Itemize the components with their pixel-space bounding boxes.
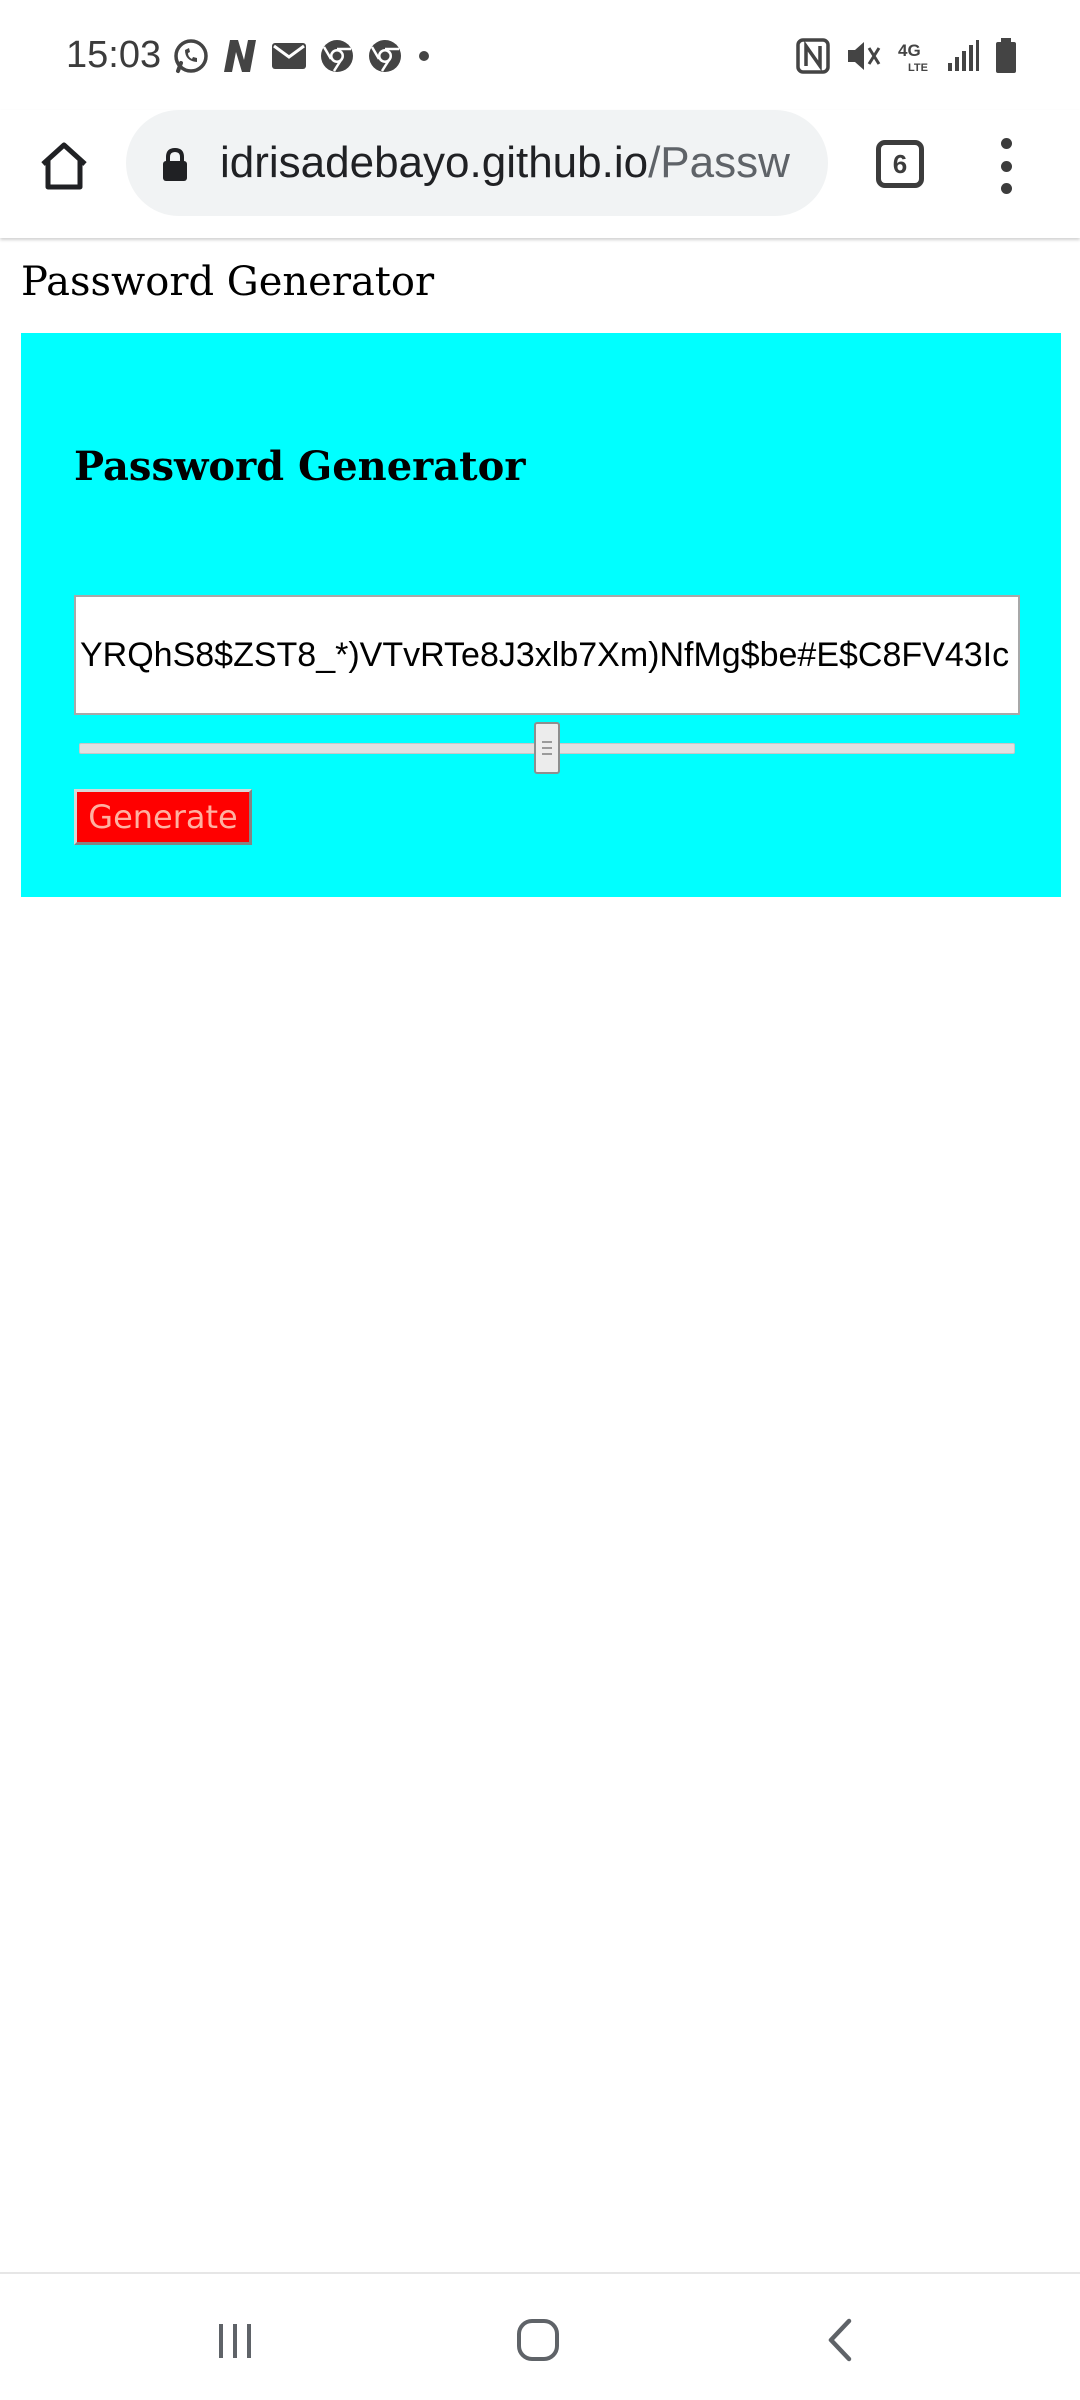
n-app-icon <box>224 40 256 72</box>
recent-apps-button[interactable] <box>200 2310 270 2370</box>
menu-dot <box>1000 160 1012 172</box>
system-icons: 4G LTE <box>796 34 1018 78</box>
card-title: Password Generator <box>74 443 526 490</box>
whatsapp-icon <box>174 39 208 73</box>
slider-thumb[interactable] <box>534 722 560 774</box>
system-navigation-bar <box>0 2272 1080 2400</box>
vibrate-icon <box>848 42 881 70</box>
status-bar: 15:03 4G LTE <box>0 0 1080 110</box>
url-path: /Passw <box>648 138 790 187</box>
page-title: Password Generator <box>21 259 435 305</box>
home-icon <box>41 142 87 190</box>
battery-icon <box>996 38 1016 73</box>
nfc-icon <box>796 38 830 74</box>
mail-icon <box>272 43 306 69</box>
home-icon <box>517 2319 559 2361</box>
thumb-grip <box>542 741 552 743</box>
address-bar[interactable]: idrisadebayo.github.io/Passw <box>126 110 828 216</box>
back-icon <box>828 2318 852 2362</box>
length-slider[interactable] <box>79 719 1015 779</box>
overflow-menu-button[interactable] <box>988 138 1024 194</box>
menu-dot <box>1000 138 1012 149</box>
generate-button[interactable]: Generate <box>74 789 252 845</box>
password-output-field[interactable] <box>74 595 1020 715</box>
menu-dot <box>1000 183 1012 194</box>
4g-lte-icon: 4G LTE <box>898 41 928 74</box>
signal-icon <box>948 40 979 71</box>
recent-apps-icon <box>219 2324 251 2358</box>
notification-icons <box>172 34 434 78</box>
back-button[interactable] <box>806 2310 876 2370</box>
home-button[interactable] <box>32 134 96 198</box>
tab-switcher-button[interactable]: 6 <box>876 140 924 188</box>
svg-text:LTE: LTE <box>908 62 928 74</box>
chrome-icon <box>369 40 401 72</box>
lock-icon <box>163 147 187 181</box>
thumb-grip <box>542 753 552 755</box>
notification-dot-icon <box>419 51 429 61</box>
url-text: idrisadebayo.github.io/Passw <box>220 136 810 190</box>
thumb-grip <box>542 747 552 749</box>
nav-home-button[interactable] <box>503 2310 573 2370</box>
url-host: idrisadebayo.github.io <box>220 138 649 187</box>
chrome-icon <box>321 40 353 72</box>
status-time: 15:03 <box>66 34 162 76</box>
svg-text:4G: 4G <box>898 41 921 60</box>
generator-card: Password Generator Generate <box>21 333 1061 897</box>
browser-toolbar: idrisadebayo.github.io/Passw 6 <box>0 110 1080 238</box>
